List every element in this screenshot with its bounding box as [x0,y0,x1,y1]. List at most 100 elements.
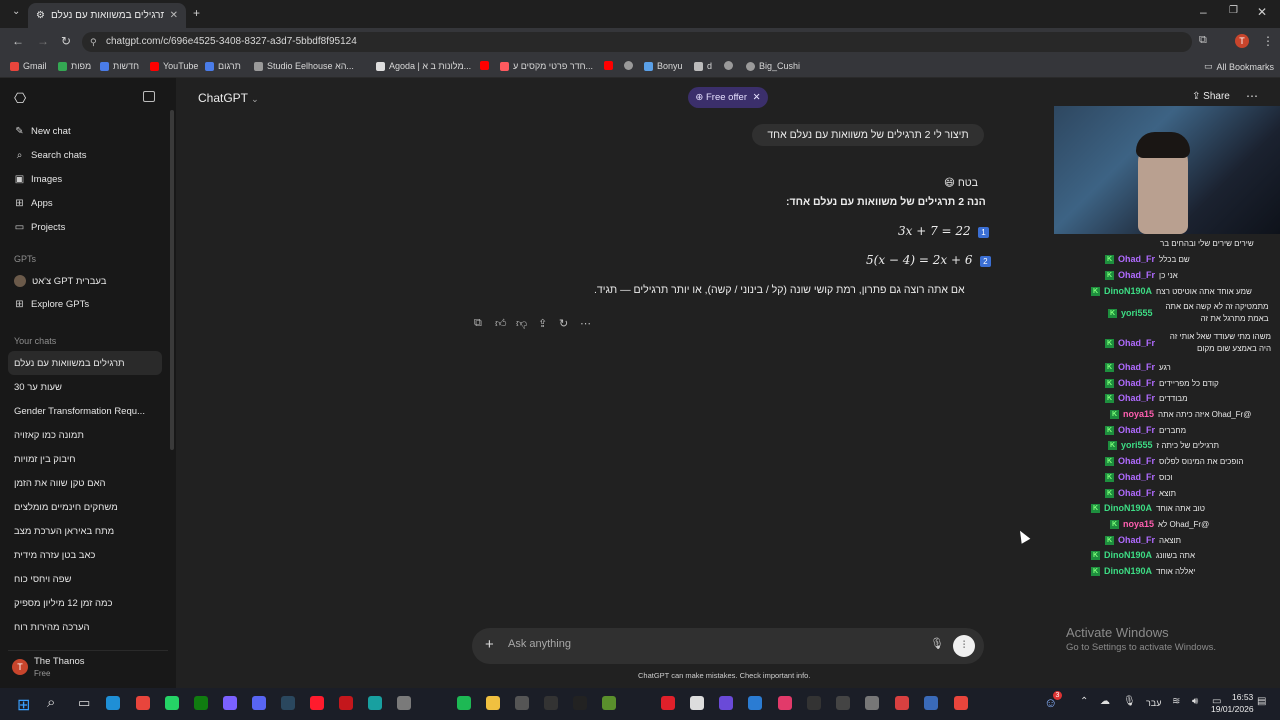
chrome-icon[interactable] [136,696,150,710]
explorer-icon[interactable] [486,696,500,710]
app4-icon[interactable] [865,696,879,710]
spotify-icon[interactable] [457,696,471,710]
sidebar-toggle-icon[interactable] [143,91,155,102]
bookmark-news[interactable]: חדשות [100,61,139,71]
thumbs-down-icon[interactable]: 👎︎ [516,317,527,330]
close-window-icon[interactable]: ✕ [1257,5,1267,19]
bookmark-translate[interactable]: תרגום [205,61,241,71]
site-info-icon[interactable]: ⚲ [90,32,97,52]
bookmark-youtube-3[interactable] [604,61,613,70]
capcut-icon[interactable] [573,696,587,710]
bookmark-globe-2[interactable] [724,61,733,70]
chat-item[interactable]: משחקים חינמיים מומלצים [14,502,118,513]
windows-start-icon[interactable]: ⊞ [17,695,30,715]
tab-close-icon[interactable]: ✕ [170,10,178,21]
whatsapp-icon[interactable] [165,696,179,710]
chat-item[interactable]: תמונה כמו קאזויה [14,430,84,441]
notes-icon[interactable] [690,696,704,710]
share-icon[interactable]: ⇪ [538,317,547,330]
sidebar-item-search-chats[interactable]: ⌕ Search chats [14,150,87,161]
chat-item[interactable]: תרגילים במשוואות עם נעלם [14,358,125,369]
close-icon[interactable]: ✕ [753,92,761,103]
word-icon[interactable] [748,696,762,710]
app6-icon[interactable] [924,696,938,710]
search-icon[interactable]: ⌕ [47,694,55,711]
extensions-icon[interactable]: ⧉ [1199,34,1207,47]
bookmark-agoda[interactable]: Agoda | מלונות ב א... [376,61,471,71]
app5-icon[interactable] [895,696,909,710]
bookmark-d[interactable]: d [694,61,712,71]
clock-time[interactable]: 16:53 [1232,692,1253,702]
sidebar-item-new-chat[interactable]: ✎ New chat [14,126,70,137]
regenerate-icon[interactable]: ↻ [559,317,568,330]
all-bookmarks[interactable]: ▭ All Bookmarks [1204,61,1274,72]
studio-icon[interactable] [719,696,733,710]
microphone-icon[interactable]: 🎙︎ [930,637,944,650]
chat-item[interactable]: כאב בטן עזרה מידית [14,550,95,561]
edge-icon[interactable] [106,696,120,710]
chat-item[interactable]: האם טקן שווה את הזמן [14,478,106,489]
app2-icon[interactable] [515,696,529,710]
cloud-icon[interactable]: ☁ [1100,696,1110,707]
maximize-icon[interactable]: ❐ [1229,5,1238,16]
user-profile[interactable]: T The Thanos Free [8,650,168,682]
chat-item[interactable]: 30 שעות ער [14,382,62,393]
app3-icon[interactable] [836,696,850,710]
calc-icon[interactable] [397,696,411,710]
new-tab-icon[interactable]: + [193,6,200,20]
app-icon[interactable] [368,696,382,710]
sidebar-item-images[interactable]: ▣ Images [14,174,62,185]
bookmark-youtube-2[interactable] [480,61,489,70]
free-offer-pill[interactable]: ⊕ Free offer ✕ [688,87,768,108]
prompt-input[interactable] [508,638,888,650]
bookmark-gmail[interactable]: Gmail [10,61,47,71]
sidebar-item-explore-gpts[interactable]: ⊞ Explore GPTs [14,299,89,310]
add-attachment-icon[interactable]: + [485,636,494,653]
clock-date[interactable]: 19/01/2026 [1211,704,1254,714]
openai-logo-icon[interactable]: ⎔ [14,90,26,107]
heart-icon[interactable] [661,696,675,710]
tab-search-icon[interactable]: ⌄ [12,6,20,17]
bookmark-bonyu[interactable]: Bonyu [644,61,683,71]
sidebar-scrollbar[interactable] [170,110,174,450]
thumbs-up-icon[interactable]: 👍︎ [495,317,507,330]
url-field[interactable]: ⚲ chatgpt.com/c/696e4525-3408-8327-a3d7-… [82,32,1192,52]
bookmark-studio[interactable]: Studio Eelhouse הא... [254,61,354,71]
profile-avatar[interactable]: T [1235,34,1249,48]
forward-icon[interactable]: → [37,34,49,48]
opera-icon[interactable] [310,696,324,710]
back-icon[interactable]: ← [12,34,24,48]
bookmark-airbnb[interactable]: חדר פרטי מקסים ע... [500,61,593,71]
epic-icon[interactable] [807,696,821,710]
volume-icon[interactable]: 🔊︎ [1192,696,1198,707]
sidebar-item-apps[interactable]: ⊞ Apps [14,198,52,209]
notifications-icon[interactable]: ▤ [1257,696,1266,707]
chat-item[interactable]: מתח באיראן הערכת מצב [14,526,114,537]
wifi-icon[interactable]: ≋ [1172,696,1180,707]
microphone-tray-icon[interactable]: 🎙︎ [1123,696,1136,707]
steam-icon[interactable] [281,696,295,710]
game-icon[interactable] [778,696,792,710]
bookmark-big-cushi[interactable]: Big_Cushi [746,61,800,71]
bookmark-maps[interactable]: מפות [58,61,91,71]
bookmark-globe[interactable] [624,61,633,70]
sidebar-item-projects[interactable]: ▭ Projects [14,222,66,233]
share-button[interactable]: ⇪ Share [1192,91,1230,102]
github-icon[interactable] [544,696,558,710]
chat-item[interactable]: חיבוק בין זמויות [14,454,76,465]
voice-mode-button[interactable]: ⫶ [953,635,975,657]
browser-menu-icon[interactable]: ⋮ [1262,34,1274,48]
chat-item[interactable]: שפה ויחסי כוח [14,574,71,585]
more-icon[interactable]: ⋯ [580,317,591,330]
language-indicator[interactable]: עבר [1146,698,1161,708]
chat-item[interactable]: הערכה מהירות רוח [14,622,90,633]
bookmark-youtube[interactable]: YouTube [150,61,198,71]
minimize-icon[interactable]: – [1200,5,1207,19]
task-view-icon[interactable]: ▭ [78,695,90,711]
chat-item[interactable]: Gender Transformation Requ... [14,406,145,417]
more-options-icon[interactable]: ⋯ [1246,89,1258,103]
media-icon[interactable] [339,696,353,710]
xbox-icon[interactable] [194,696,208,710]
tab-chatgpt[interactable]: ⚙ תרגילים במשוואות עם נעלם ✕ [28,3,186,28]
copy-icon[interactable]: ⧉ [474,317,482,330]
